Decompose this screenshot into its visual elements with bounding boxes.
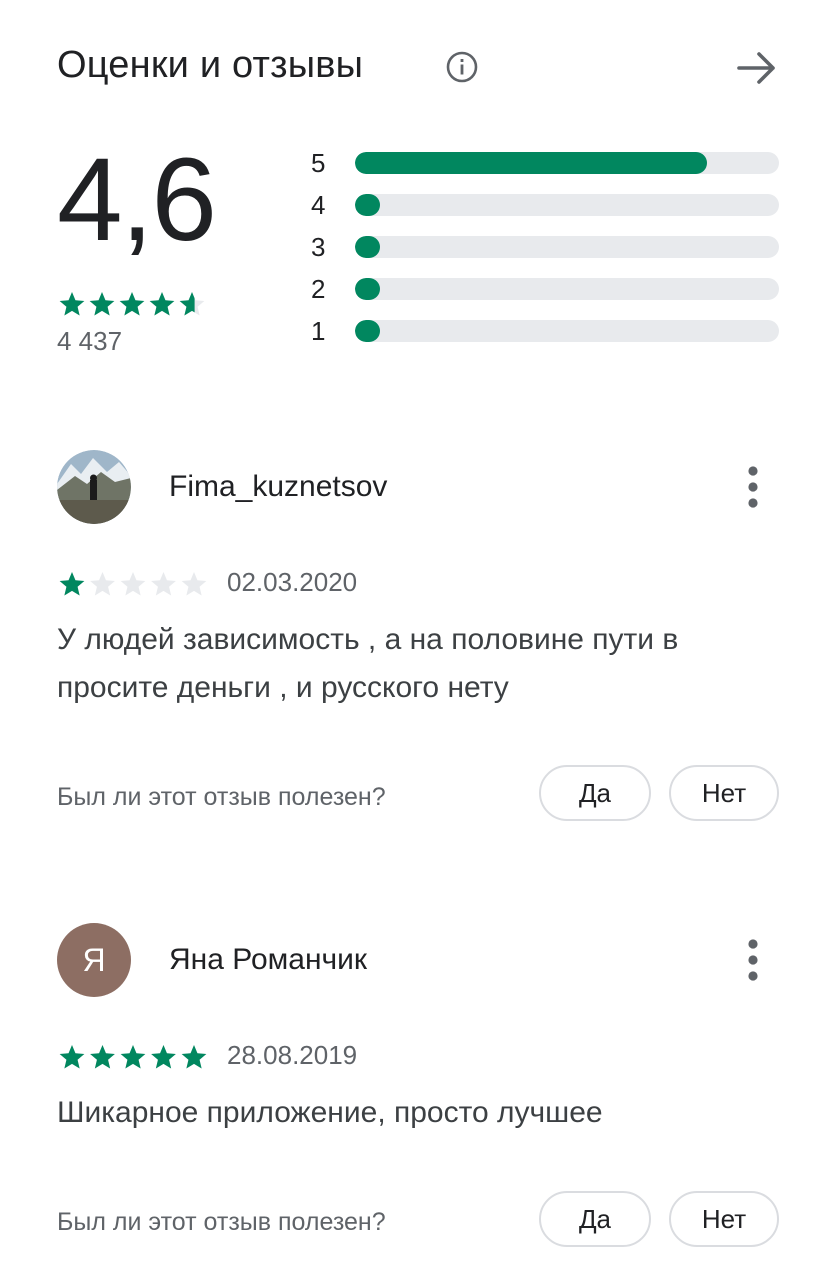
review-date: 28.08.2019 [227,1040,358,1070]
histogram-row-2: 2 [311,274,779,304]
histogram-fill [355,236,380,258]
star-icon [120,572,146,596]
review-text: У людей зависимость , а на половине пути… [57,623,679,704]
histogram-label: 4 [311,190,326,220]
rating-count: 4 437 [57,326,123,356]
avatar[interactable]: Я [57,923,131,997]
helpful-yes-button[interactable]: Да [539,765,651,821]
review-date: 02.03.2020 [227,567,358,597]
star-icon [179,292,205,316]
star-icon [149,292,175,316]
review-card: Fima_kuznetsov 02.03.2020 У людей зависи… [57,450,779,830]
section-title: Оценки и отзывы [57,44,364,86]
star-icon [151,572,176,596]
star-icon [181,1045,207,1069]
star-icon [89,292,115,316]
review-card: Я Яна Романчик 28.08.2019 Шикарное прило… [57,923,779,1263]
star-icon [151,1045,176,1069]
histogram-fill [355,320,380,342]
histogram-track [355,152,779,174]
review-text: Шикарное приложение, просто лучшее [57,1096,603,1129]
star-icon [90,1045,115,1069]
more-vert-icon[interactable] [745,937,761,983]
rating-histogram: 5 4 3 2 1 [311,148,779,348]
histogram-row-4: 4 [311,190,779,220]
histogram-row-3: 3 [311,232,779,262]
helpful-yes-button[interactable]: Да [539,1191,651,1247]
star-icon [120,1045,146,1069]
histogram-fill [355,278,380,300]
more-vert-icon[interactable] [745,464,761,510]
histogram-row-5: 5 [311,148,779,178]
histogram-track [355,320,779,342]
star-icon [59,572,85,596]
star-icon [90,572,115,596]
histogram-track [355,194,779,216]
histogram-track [355,236,779,258]
helpful-question: Был ли этот отзыв полезен? [57,1208,386,1236]
review-author: Яна Романчик [169,943,368,976]
star-icon [59,1045,85,1069]
histogram-label: 1 [311,316,326,346]
average-stars [59,292,205,316]
helpful-question: Был ли этот отзыв полезен? [57,783,386,811]
rating-summary: 4,6 4 437 5 4 3 2 1 [57,135,779,368]
review-stars [59,572,207,596]
ratings-header: Оценки и отзывы [57,40,779,96]
helpful-no-button[interactable]: Нет [669,1191,779,1247]
histogram-track [355,278,779,300]
histogram-label: 2 [311,274,326,304]
avatar[interactable] [57,450,131,524]
helpful-no-button[interactable]: Нет [669,765,779,821]
star-icon [59,292,85,316]
average-rating: 4,6 [57,134,217,266]
info-icon[interactable] [445,50,479,84]
histogram-row-1: 1 [311,316,779,346]
histogram-label: 5 [311,148,326,178]
histogram-fill [355,152,707,174]
histogram-label: 3 [311,232,326,262]
review-author: Fima_kuznetsov [169,470,388,503]
histogram-fill [355,194,380,216]
arrow-right-icon[interactable] [735,46,779,90]
review-stars [59,1045,207,1069]
star-icon [119,292,145,316]
star-icon [181,572,207,596]
